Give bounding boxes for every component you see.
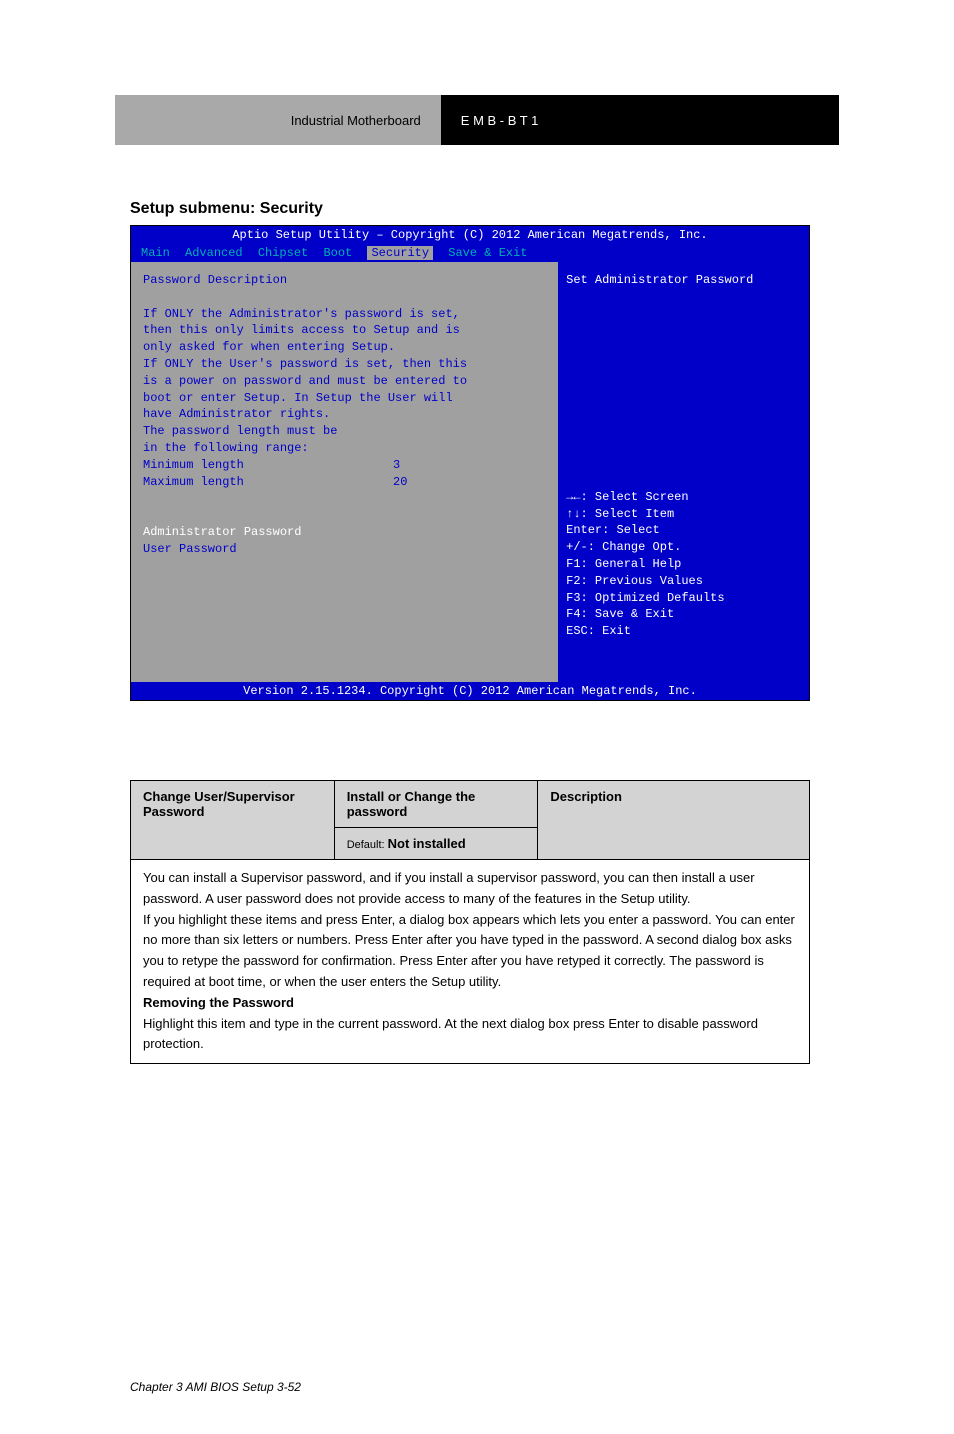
- tab-advanced[interactable]: Advanced: [185, 246, 243, 260]
- bios-footer: Version 2.15.1234. Copyright (C) 2012 Am…: [131, 682, 809, 700]
- nav-line: +/-: Change Opt.: [566, 539, 801, 556]
- bios-left-panel: Password Description If ONLY the Adminis…: [131, 262, 558, 682]
- bios-body: Password Description If ONLY the Adminis…: [131, 262, 809, 682]
- desc-line: The password length must be: [143, 423, 546, 440]
- col-header-options: Install or Change the password: [334, 781, 538, 828]
- nav-help: →←: Select Screen ↑↓: Select Item Enter:…: [566, 489, 801, 640]
- nav-line: ↑↓: Select Item: [566, 506, 801, 523]
- header-right: E M B - B T 1: [441, 95, 839, 145]
- default-value: Not installed: [388, 836, 466, 851]
- desc-para: You can install a Supervisor password, a…: [143, 868, 797, 910]
- nav-line: F2: Previous Values: [566, 573, 801, 590]
- desc-line: is a power on password and must be enter…: [143, 373, 546, 390]
- desc-line: If ONLY the Administrator's password is …: [143, 306, 546, 323]
- bios-right-panel: Set Administrator Password →←: Select Sc…: [558, 262, 809, 682]
- desc-line: If ONLY the User's password is set, then…: [143, 356, 546, 373]
- table-header-row: Change User/Supervisor Password Install …: [131, 781, 810, 828]
- tab-security[interactable]: Security: [367, 246, 433, 260]
- desc-para: Highlight this item and type in the curr…: [143, 1014, 797, 1056]
- page-number: Chapter 3 AMI BIOS Setup 3-52: [130, 1380, 301, 1394]
- admin-password-item[interactable]: Administrator Password: [143, 524, 546, 541]
- desc-line: boot or enter Setup. In Setup the User w…: [143, 390, 546, 407]
- nav-line: F4: Save & Exit: [566, 606, 801, 623]
- section-title: Setup submenu: Security: [130, 200, 323, 218]
- desc-line: in the following range:: [143, 440, 546, 457]
- bios-screen: Aptio Setup Utility – Copyright (C) 2012…: [130, 225, 810, 701]
- tab-main[interactable]: Main: [141, 246, 170, 260]
- col-header-desc: Description: [538, 781, 810, 860]
- desc-line: then this only limits access to Setup an…: [143, 322, 546, 339]
- user-password-item[interactable]: User Password: [143, 541, 546, 558]
- tab-chipset[interactable]: Chipset: [258, 246, 308, 260]
- nav-line: →←: Select Screen: [566, 489, 801, 506]
- desc-para: If you highlight these items and press E…: [143, 910, 797, 993]
- table-desc-row: You can install a Supervisor password, a…: [131, 860, 810, 1064]
- default-cell: Default: Not installed: [334, 828, 538, 860]
- desc-line: only asked for when entering Setup.: [143, 339, 546, 356]
- tab-boot[interactable]: Boot: [323, 246, 352, 260]
- header-left: Industrial Motherboard: [115, 95, 441, 145]
- desc-line: have Administrator rights.: [143, 406, 546, 423]
- min-length-val: 3: [393, 457, 400, 474]
- desc-heading: Removing the Password: [143, 993, 797, 1014]
- desc-cell: You can install a Supervisor password, a…: [131, 860, 810, 1064]
- page-header: Industrial Motherboard E M B - B T 1: [115, 95, 839, 145]
- nav-line: Enter: Select: [566, 522, 801, 539]
- bios-tabs[interactable]: Main Advanced Chipset Boot Security Save…: [131, 244, 809, 262]
- bios-title: Aptio Setup Utility – Copyright (C) 2012…: [131, 226, 809, 244]
- max-length-val: 20: [393, 474, 407, 491]
- tab-save-exit[interactable]: Save & Exit: [448, 246, 527, 260]
- nav-line: ESC: Exit: [566, 623, 801, 640]
- nav-line: F1: General Help: [566, 556, 801, 573]
- max-length-label: Maximum length: [143, 474, 393, 491]
- nav-line: F3: Optimized Defaults: [566, 590, 801, 607]
- help-description: Set Administrator Password: [566, 272, 801, 289]
- col-header-item: Change User/Supervisor Password: [131, 781, 335, 860]
- pw-desc-heading: Password Description: [143, 272, 546, 289]
- default-label: Default:: [347, 839, 388, 851]
- min-length-label: Minimum length: [143, 457, 393, 474]
- config-table: Change User/Supervisor Password Install …: [130, 780, 810, 1064]
